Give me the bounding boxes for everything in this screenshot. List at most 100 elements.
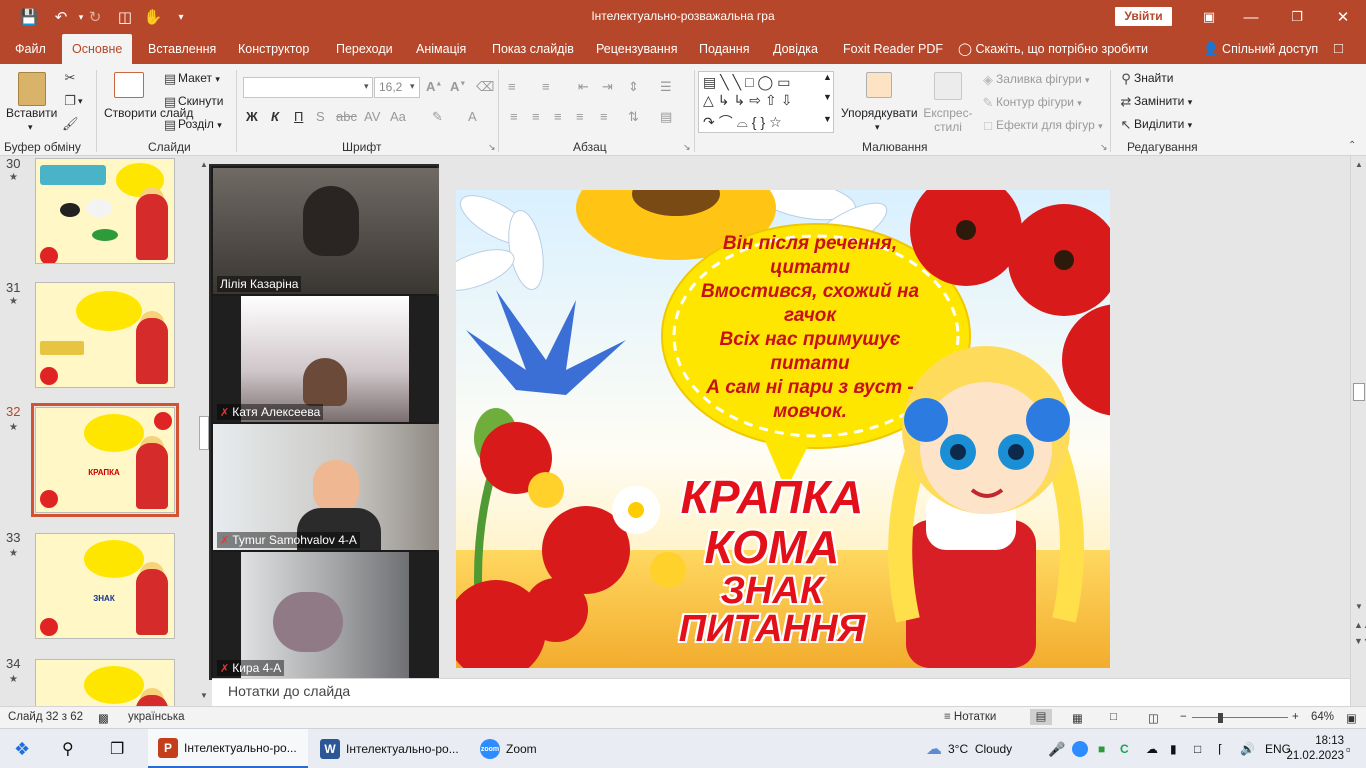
quick-styles-icon[interactable] (934, 72, 962, 100)
quick-styles-button[interactable]: Експрес-стилі (922, 106, 974, 134)
increase-font-icon[interactable]: A▲ (426, 79, 442, 94)
cut-icon[interactable]: ✂ (62, 70, 78, 86)
tab-view[interactable]: Подання (699, 34, 749, 64)
present-icon[interactable]: ◫ (112, 6, 138, 28)
justify-icon[interactable]: ≡ (576, 109, 584, 124)
shapes-scroll-down-icon[interactable]: ▼ (823, 92, 832, 102)
tab-animations[interactable]: Анімація (416, 34, 466, 64)
language-indicator[interactable]: українська (128, 711, 185, 723)
font-name-dropdown-icon[interactable]: ▾ (364, 81, 369, 92)
tab-slideshow[interactable]: Показ слайдів (492, 34, 574, 64)
shapes-scroll-up-icon[interactable]: ▲ (823, 72, 832, 82)
participant-tile[interactable]: ✗ Кира 4-А (213, 552, 439, 678)
microphone-icon[interactable]: 🎤 (1048, 729, 1065, 768)
previous-slide-icon[interactable]: ▲▲ (1354, 620, 1366, 630)
slide-thumbnail[interactable]: ЗНАК (35, 533, 175, 639)
tab-insert[interactable]: Вставлення (148, 34, 216, 64)
shadow-icon[interactable]: S (316, 109, 325, 124)
battery-icon[interactable]: ▮ (1170, 729, 1177, 768)
zoom-slider-handle[interactable] (1218, 713, 1223, 723)
select-button[interactable]: ↖ Виділити ▾ (1118, 117, 1193, 133)
find-button[interactable]: ⚲ Знайти (1118, 71, 1173, 87)
minimize-icon[interactable]: — (1228, 0, 1274, 34)
bullets-icon[interactable]: ≡ (508, 79, 516, 94)
underline-icon[interactable]: П (294, 109, 303, 124)
tray-app-icon[interactable]: ■ (1098, 729, 1105, 768)
align-center-icon[interactable]: ≡ (532, 109, 540, 124)
task-view-icon[interactable]: ❐ (110, 729, 124, 768)
layout-button[interactable]: ▤ Макет ▾ (162, 71, 220, 87)
change-case-icon[interactable]: Aa (390, 109, 406, 124)
reset-button[interactable]: ▤ Скинути (162, 94, 224, 110)
strikethrough-icon[interactable]: abc (336, 109, 357, 124)
zoom-level[interactable]: 64% (1311, 711, 1334, 723)
close-icon[interactable]: ✕ (1320, 0, 1366, 34)
slide-thumbnail[interactable] (35, 659, 175, 706)
scroll-thumb[interactable] (1353, 383, 1365, 401)
share-button[interactable]: 👤 Спільний доступ (1203, 34, 1318, 64)
align-text-icon[interactable]: ▤ (660, 109, 672, 125)
scroll-down-icon[interactable]: ▼ (200, 691, 208, 700)
reading-view-icon[interactable]: □ (1110, 711, 1117, 723)
tab-transitions[interactable]: Переходи (336, 34, 393, 64)
tab-help[interactable]: Довідка (773, 34, 818, 64)
tray-zoom-icon[interactable] (1072, 729, 1088, 768)
notes-toggle-button[interactable]: ≡ Нотатки (944, 711, 996, 723)
slide-scrollbar[interactable]: ▲ ▼ ▲▲ ▼▼ (1350, 156, 1366, 706)
paste-button[interactable]: Вставити (6, 106, 57, 120)
slide-thumbnail[interactable] (35, 282, 175, 388)
numbering-icon[interactable]: ≡ (542, 79, 550, 94)
taskbar-app-word[interactable]: W Інтелектуально-ро... (310, 729, 470, 768)
shape-fill-button[interactable]: ◈ Заливка фігури ▾ (980, 72, 1090, 88)
new-slide-icon[interactable] (114, 72, 144, 98)
line-spacing-icon[interactable]: ⇕ (628, 79, 639, 95)
restore-icon[interactable]: ❐ (1274, 0, 1320, 34)
participant-tile[interactable]: ✗ Катя Алексеева (213, 296, 439, 422)
arrange-dropdown-icon[interactable]: ▾ (875, 122, 880, 133)
scroll-up-icon[interactable]: ▲ (1355, 160, 1363, 169)
touch-mode-icon[interactable]: ✋ (140, 6, 166, 28)
align-left-icon[interactable]: ≡ (510, 109, 518, 124)
columns-icon[interactable]: ☰ (660, 79, 672, 95)
taskbar-app-zoom[interactable]: zoom Zoom (472, 729, 572, 768)
slide-sorter-icon[interactable]: ▦ (1072, 711, 1083, 725)
section-button[interactable]: ▤ Розділ ▾ (162, 117, 222, 133)
tab-file[interactable]: Файл (15, 34, 46, 64)
scroll-down-icon[interactable]: ▼ (1355, 602, 1363, 611)
volume-icon[interactable]: 🔊 (1240, 729, 1255, 768)
notes-pane[interactable]: Нотатки до слайда (212, 678, 1350, 706)
security-icon[interactable]: □ (1194, 729, 1201, 768)
increase-indent-icon[interactable]: ⇥ (602, 79, 613, 95)
italic-icon[interactable]: К (271, 109, 279, 124)
zoom-slider[interactable] (1192, 717, 1288, 718)
scroll-thumb[interactable] (199, 416, 209, 450)
signin-button[interactable]: Увійти (1115, 7, 1172, 26)
paste-icon[interactable] (18, 72, 46, 106)
zoom-in-icon[interactable]: + (1292, 711, 1299, 723)
bold-icon[interactable]: Ж (246, 109, 258, 124)
font-color-icon[interactable]: A (468, 109, 477, 124)
slide-thumbnail-active[interactable]: КРАПКА (31, 403, 179, 517)
redo-icon[interactable]: ↻ (82, 6, 108, 28)
save-icon[interactable]: 💾 (16, 6, 42, 28)
text-direction-icon[interactable]: ⇅ (628, 109, 639, 125)
proofing-icon[interactable]: ▩ (98, 711, 109, 725)
font-name-field[interactable] (243, 77, 373, 98)
clear-formatting-icon[interactable]: ⌫ (476, 79, 494, 95)
participant-tile-active-speaker[interactable]: ✗ Tymur Samohvalov 4-А (213, 424, 439, 550)
riddle-text[interactable]: Він після речення, цитати Вмостився, схо… (662, 232, 958, 424)
tab-review[interactable]: Рецензування (596, 34, 677, 64)
customize-toolbar-icon[interactable]: ▾ (168, 6, 194, 28)
highlight-icon[interactable]: ✎ (432, 109, 443, 125)
onedrive-icon[interactable]: ☁ (1146, 729, 1158, 768)
weather-widget[interactable]: ☁ 3°C Cloudy (926, 729, 1012, 768)
shape-outline-button[interactable]: ✎ Контур фігури ▾ (980, 95, 1082, 111)
slide-thumbnail[interactable] (35, 158, 175, 264)
fit-slide-icon[interactable]: ▣ (1346, 711, 1357, 725)
distributed-icon[interactable]: ≡ (600, 109, 608, 124)
arrange-icon[interactable] (866, 72, 892, 98)
current-slide[interactable]: Він після речення, цитати Вмостився, схо… (456, 190, 1110, 668)
tab-foxit[interactable]: Foxit Reader PDF (843, 34, 943, 64)
font-dialog-icon[interactable]: ↘ (488, 142, 496, 153)
search-icon[interactable]: ⚲ (62, 729, 74, 768)
